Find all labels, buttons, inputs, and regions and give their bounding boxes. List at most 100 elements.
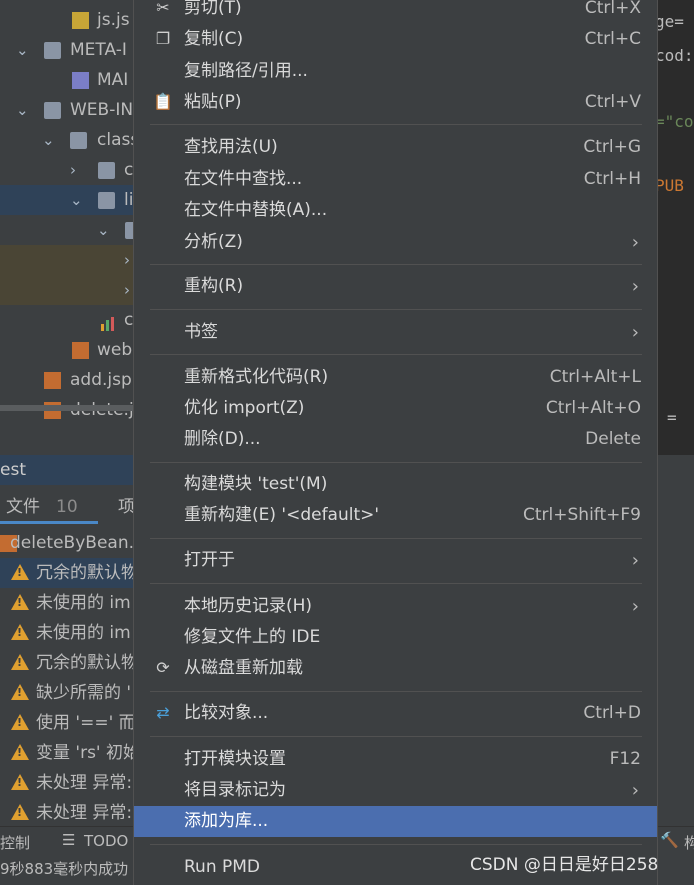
watermark: CSDN @日日是好日258 [470,855,659,875]
library-folder-icon [98,192,115,209]
copy-icon: ❐ [155,29,171,48]
chevron-right-icon: › [631,322,639,343]
menu-separator [150,309,642,310]
menu-item-optimize-imports[interactable]: 优化 import(Z) Ctrl+Alt+O [134,393,657,424]
problem-item[interactable]: ! 冗余的默认物 [0,558,138,588]
menu-item-build-module[interactable]: 构建模块 'test'(M) [134,469,657,500]
todo-tab[interactable]: TODO [84,832,128,850]
menu-item-reload-from-disk[interactable]: ⟳ 从磁盘重新加载 [134,653,657,684]
chevron-down-icon[interactable]: ⌄ [42,125,55,155]
manifest-file-icon [72,72,89,89]
code-line: = [667,408,677,427]
chevron-right-icon: › [631,596,639,617]
menu-separator [150,124,642,125]
menu-item-mark-directory-as[interactable]: 将目录标记为 › [134,775,657,806]
menu-item-paste[interactable]: 📋 粘贴(P) Ctrl+V [134,87,657,118]
chevron-right-icon[interactable]: › [124,245,130,275]
menu-item-find-in-files[interactable]: 在文件中查找... Ctrl+H [134,164,657,195]
menu-item-copy-path[interactable]: 复制路径/引用... [134,56,657,87]
folder-icon [70,132,87,149]
control-tab[interactable]: 控制 [0,832,30,853]
tab-files-count: 10 [56,497,78,517]
code-editor[interactable]: ge= cod: ="co PUB = [655,0,694,445]
tree-item-jar-2[interactable]: › [0,275,135,305]
tree-item-meta-inf[interactable]: ⌄ META-I [0,35,135,65]
menu-item-add-as-library[interactable]: 添加为库... [134,806,657,837]
tree-item-lib[interactable]: ⌄ li [0,185,135,215]
chevron-right-icon: › [631,550,639,571]
menu-separator [150,462,642,463]
tree-item-web-xml[interactable]: web [0,335,135,365]
problems-tabs: 文件 10 项 [0,490,135,524]
menu-item-cut[interactable]: ✂ 剪切(T) Ctrl+X [134,0,657,24]
menu-separator [150,583,642,584]
problem-file[interactable]: deleteByBean.j [0,528,139,558]
menu-item-refactor[interactable]: 重构(R) › [134,271,657,302]
menu-item-copy[interactable]: ❐ 复制(C) Ctrl+C [134,24,657,55]
menu-item-module-settings[interactable]: 打开模块设置 F12 [134,744,657,775]
tree-item-chart[interactable]: c [0,305,135,335]
problem-item[interactable]: ! 冗余的默认物 [0,648,138,678]
folder-icon [44,42,61,59]
todo-list-icon: ☰ [62,831,76,849]
reload-icon: ⟳ [156,658,170,677]
chevron-down-icon[interactable]: ⌄ [16,95,29,125]
chevron-right-icon[interactable]: › [124,275,130,305]
menu-item-repair-ide[interactable]: 修复文件上的 IDE [134,622,657,653]
menu-item-replace-in-files[interactable]: 在文件中替换(A)... [134,195,657,226]
chevron-right-icon: › [631,276,639,297]
status-message: 9秒883毫秒内成功 [0,860,129,878]
tree-item-web-inf[interactable]: ⌄ WEB-IN [0,95,135,125]
tree-item-c-folder[interactable]: › c [0,155,135,185]
menu-separator [150,736,642,737]
tab-files[interactable]: 文件 [6,490,40,524]
chevron-down-icon[interactable]: ⌄ [70,185,83,215]
chevron-down-icon[interactable]: ⌄ [16,35,29,65]
menu-item-rebuild[interactable]: 重新构建(E) '<default>' Ctrl+Shift+F9 [134,500,657,531]
tree-item-jar-1[interactable]: › [0,245,135,275]
horizontal-scrollbar[interactable] [0,405,135,411]
tree-item-classes[interactable]: ⌄ class [0,125,135,155]
scissors-icon: ✂ [156,0,170,17]
problem-item[interactable]: ! 缺少所需的 ' [0,678,135,708]
tree-item-manifest[interactable]: MAI [0,65,135,95]
code-line: ="co [655,112,694,131]
menu-separator [150,538,642,539]
menu-item-bookmarks[interactable]: 书签 › [134,317,657,348]
menu-separator [150,354,642,355]
chevron-right-icon: › [631,780,639,801]
code-line: PUB [655,176,684,195]
problem-item[interactable]: ! 未处理 异常: [0,768,135,798]
menu-separator [150,844,642,845]
context-menu: ✂ 剪切(T) Ctrl+X ❐ 复制(C) Ctrl+C 复制路径/引用...… [133,0,658,885]
problem-item[interactable]: ! 未使用的 im [0,618,135,648]
tree-item-add-jsp[interactable]: add.jsp [0,365,135,395]
menu-item-compare-with[interactable]: ⇄ 比较对象... Ctrl+D [134,698,657,729]
problem-item[interactable]: ! 使用 '==' 而 [0,708,136,738]
build-icon[interactable]: 🔨 [660,831,679,849]
active-tab-indicator [0,521,98,524]
web-xml-icon [72,342,89,359]
chevron-right-icon: › [631,232,639,253]
build-tab[interactable]: 构 [684,832,694,853]
paste-icon: 📋 [153,92,173,111]
chevron-down-icon[interactable]: ⌄ [97,215,110,245]
menu-item-open-in[interactable]: 打开于 › [134,545,657,576]
folder-icon [98,162,115,179]
tree-item-js-js[interactable]: js.js [0,5,135,35]
menu-item-reformat-code[interactable]: 重新格式化代码(R) Ctrl+Alt+L [134,362,657,393]
problem-item[interactable]: ! 未使用的 im [0,588,135,618]
problem-item[interactable]: ! 变量 'rs' 初始 [0,738,140,768]
menu-separator [150,691,642,692]
menu-item-delete[interactable]: 删除(D)... Delete [134,424,657,455]
menu-item-analyze[interactable]: 分析(Z) › [134,227,657,258]
menu-item-find-usages[interactable]: 查找用法(U) Ctrl+G [134,132,657,163]
problem-item[interactable]: ! 未处理 异常: [0,798,135,828]
code-line: cod: [655,46,694,65]
menu-item-local-history[interactable]: 本地历史记录(H) › [134,591,657,622]
chevron-right-icon[interactable]: › [70,155,76,185]
jsp-file-icon [44,372,61,389]
tree-item-lib-child[interactable]: ⌄ [0,215,135,245]
menu-separator [150,264,642,265]
compare-icon: ⇄ [156,703,170,722]
